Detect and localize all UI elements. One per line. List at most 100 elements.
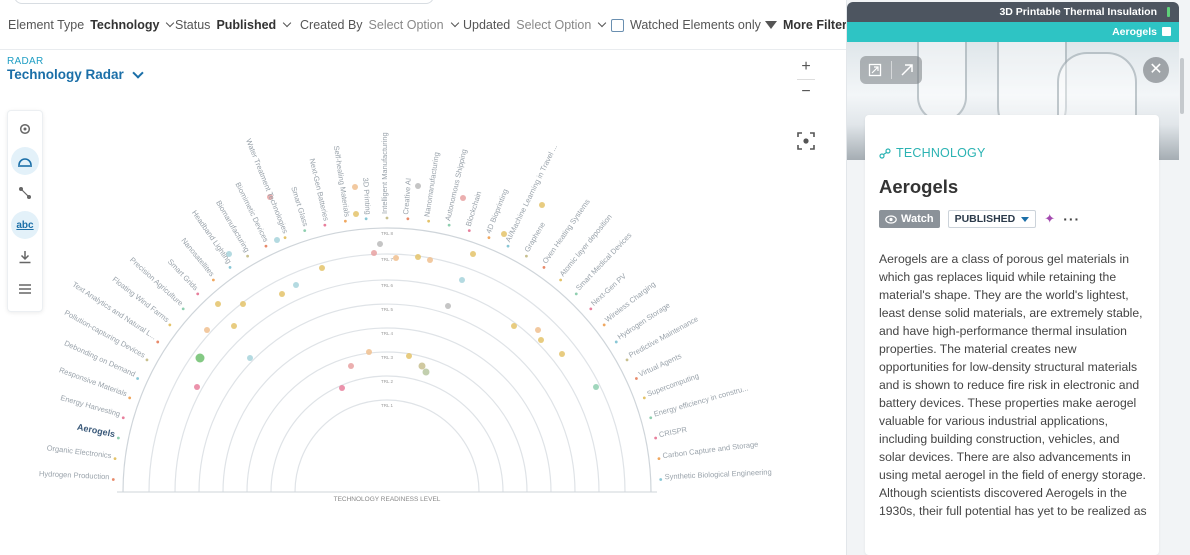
radar-item-marker bbox=[542, 266, 546, 269]
filter-element-type[interactable]: Element Type Technology bbox=[8, 18, 175, 32]
radar-technology-dot[interactable] bbox=[511, 323, 517, 329]
zoom-out-button[interactable]: − bbox=[795, 82, 817, 102]
radar-technology-dot[interactable] bbox=[194, 384, 200, 390]
radar-technology-dot[interactable] bbox=[593, 384, 599, 390]
radar-item-label[interactable]: Smart Glass bbox=[289, 185, 310, 233]
radar-technology-dot[interactable] bbox=[371, 250, 377, 256]
radar-item-label[interactable]: Carbon Capture and Storage bbox=[657, 439, 759, 461]
radar-item-marker bbox=[364, 217, 368, 221]
radar-technology-dot[interactable] bbox=[422, 368, 430, 376]
radar-item-label[interactable]: Organic Electronics bbox=[46, 443, 117, 460]
radar-technology-dot[interactable] bbox=[319, 265, 325, 271]
more-options-button[interactable]: ··· bbox=[1063, 211, 1080, 227]
radar-technology-dot[interactable] bbox=[274, 237, 280, 243]
radar-technology-dot[interactable] bbox=[240, 301, 246, 307]
radar-technology-dot[interactable] bbox=[470, 251, 476, 257]
radar-technology-dot[interactable] bbox=[418, 362, 426, 370]
radar-item-label[interactable]: Energy Harvesting bbox=[59, 393, 125, 420]
radar-technology-dot[interactable] bbox=[195, 353, 205, 363]
radar-item-label[interactable]: Pollution-capturing Devices bbox=[63, 308, 149, 362]
radar-item-label[interactable]: Next-Gen Batteries bbox=[308, 158, 331, 227]
radar-technology-dot[interactable] bbox=[538, 337, 544, 343]
radar-item-marker bbox=[283, 236, 287, 240]
radar-item-label[interactable]: Water Treatment Technologies bbox=[244, 137, 290, 240]
radar-item-label[interactable]: 3D Printing bbox=[361, 177, 373, 221]
radar-technology-dot[interactable] bbox=[559, 351, 565, 357]
radar-technology-dot[interactable] bbox=[279, 291, 285, 297]
filter-status[interactable]: Status Published bbox=[175, 18, 292, 32]
search-box-edge[interactable] bbox=[14, 0, 434, 4]
radar-item-marker bbox=[181, 307, 185, 311]
radar-item-label[interactable]: Creative AI bbox=[401, 178, 413, 221]
radar-technology-dot[interactable] bbox=[539, 202, 545, 208]
radar-technology-dot[interactable] bbox=[366, 349, 372, 355]
radar-technology-dot[interactable] bbox=[293, 282, 299, 288]
radar-item-label[interactable]: Blockchain bbox=[464, 190, 483, 233]
radar-technology-dot[interactable] bbox=[415, 254, 421, 260]
radar-technology-dot[interactable] bbox=[352, 184, 358, 190]
filter-status-label: Status bbox=[175, 18, 211, 32]
parent-breadcrumb[interactable]: 3D Printable Thermal Insulation bbox=[847, 2, 1179, 22]
radar-item-label[interactable]: Autonomous Shipping bbox=[443, 148, 469, 227]
radar-technology-dot[interactable] bbox=[215, 301, 221, 307]
radar-technology-dot[interactable] bbox=[348, 363, 354, 369]
filter-created-by[interactable]: Created By Select Option bbox=[300, 18, 459, 32]
glassware-shape bbox=[917, 42, 967, 122]
radar-technology-dot[interactable] bbox=[204, 327, 210, 333]
funnel-icon bbox=[765, 21, 777, 29]
svg-text:Hydrogen Production: Hydrogen Production bbox=[39, 469, 110, 481]
radar-item-label[interactable]: Self-healing Materials bbox=[332, 145, 352, 223]
radar-item-label[interactable]: CRISPR bbox=[654, 425, 688, 440]
radar-technology-dot[interactable] bbox=[445, 303, 451, 309]
radar-technology-dot[interactable] bbox=[535, 327, 541, 333]
more-filters-label: More Filters bbox=[783, 18, 854, 32]
radar-item-label[interactable]: Nanomanufacturing bbox=[422, 151, 441, 223]
status-dropdown[interactable]: PUBLISHED bbox=[947, 210, 1037, 228]
element-type-label: TECHNOLOGY bbox=[896, 146, 986, 160]
ring-level-label: TRL 8 bbox=[381, 231, 394, 236]
radar-technology-dot[interactable] bbox=[460, 195, 466, 201]
svg-text:Aerogels: Aerogels bbox=[76, 422, 116, 439]
radar-item-label[interactable]: Intelligent Manufacturing bbox=[380, 132, 389, 220]
radar-item-label[interactable]: Oven Heating Systems bbox=[541, 197, 592, 269]
scrollbar[interactable] bbox=[1180, 58, 1184, 114]
radar-item-label[interactable]: Graphene bbox=[522, 220, 547, 258]
radar-technology-dot[interactable] bbox=[231, 323, 237, 329]
radar-technology-dot[interactable] bbox=[406, 353, 412, 359]
zoom-in-button[interactable]: + bbox=[795, 57, 817, 77]
ring-level-label: TRL 4 bbox=[381, 331, 394, 336]
element-type: TECHNOLOGY bbox=[879, 146, 986, 160]
svg-text:Nanomanufacturing: Nanomanufacturing bbox=[422, 151, 441, 217]
watched-checkbox[interactable] bbox=[611, 18, 624, 32]
more-filters-button[interactable]: More Filters bbox=[765, 18, 854, 32]
radar-technology-dot[interactable] bbox=[427, 257, 433, 263]
open-external-button[interactable] bbox=[892, 56, 923, 84]
image-actions bbox=[860, 56, 922, 84]
radar-item-label[interactable]: Synthetic Biological Engineering bbox=[659, 467, 772, 481]
radar-technology-dot[interactable] bbox=[353, 211, 359, 217]
radar-technology-dot[interactable] bbox=[377, 241, 383, 247]
radar-ring bbox=[148, 253, 626, 493]
radar-technology-dot[interactable] bbox=[415, 183, 421, 189]
radar-item-marker bbox=[657, 457, 661, 461]
current-tab[interactable]: Aerogels bbox=[847, 22, 1179, 42]
radar-title-dropdown[interactable]: Technology Radar bbox=[7, 66, 144, 82]
radar-technology-dot[interactable] bbox=[393, 255, 399, 261]
radar-item-label[interactable]: 4D Bioprinting bbox=[484, 188, 510, 240]
radar-item-label[interactable]: Supercomputing bbox=[642, 371, 700, 400]
radar-item-label[interactable]: Aerogels bbox=[76, 422, 120, 440]
svg-text:Water Treatment Technologies: Water Treatment Technologies bbox=[244, 137, 290, 235]
close-button[interactable]: ✕ bbox=[1143, 57, 1169, 83]
filter-watched-only[interactable]: Watched Elements only bbox=[611, 18, 761, 32]
radar-item-marker bbox=[427, 219, 431, 223]
ai-sparkle-icon[interactable]: ✦ bbox=[1044, 211, 1055, 227]
radar-item-label[interactable]: Virtual Agents bbox=[634, 351, 683, 380]
watch-button[interactable]: Watch bbox=[879, 210, 940, 228]
radar-technology-dot[interactable] bbox=[459, 277, 465, 283]
radar-item-label[interactable]: Hydrogen Production bbox=[39, 469, 115, 481]
expand-button[interactable] bbox=[860, 56, 891, 84]
filter-updated[interactable]: Updated Select Option bbox=[463, 18, 607, 32]
radar-technology-dot[interactable] bbox=[247, 355, 253, 361]
radar-technology-dot[interactable] bbox=[339, 385, 345, 391]
radar-item-label[interactable]: AI/Machine Learning in Travel ... bbox=[504, 143, 560, 248]
